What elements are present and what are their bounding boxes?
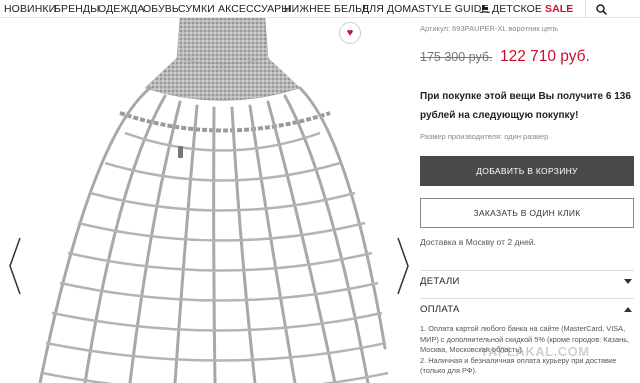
new-price: 122 710 руб. (499, 48, 590, 65)
wishlist-button[interactable]: ♥ (339, 22, 361, 44)
nav-item-kids-label: ДЕТСКОЕ (492, 3, 542, 15)
nav-item-shoes[interactable]: ОБУВЬ (143, 3, 179, 15)
bonus-text: При покупке этой вещи Вы получите 6 136 … (420, 91, 631, 121)
top-navigation: НОВИНКИ БРЕНДЫ ОДЕЖДА ОБУВЬ СУМКИ АКСЕСС… (0, 0, 640, 18)
chevron-left-icon[interactable] (8, 236, 22, 296)
rocking-horse-icon (480, 5, 490, 13)
product-gallery: ♥ (0, 18, 412, 383)
nav-item-kids[interactable]: ДЕТСКОЕ (480, 3, 542, 15)
price-row: 175 300 руб. 122 710 руб. (420, 48, 590, 66)
product-sku: Артикул: 693PAUPER-XL воротник цепь (420, 24, 559, 33)
accordion-details-label: ДЕТАЛИ (420, 276, 460, 287)
caret-down-icon (624, 279, 632, 284)
accordion-payment-label: ОПЛАТА (420, 304, 460, 315)
accordion-details[interactable]: ДЕТАЛИ (420, 270, 634, 292)
product-info: Артикул: 693PAUPER-XL воротник цепь 175 … (420, 18, 640, 383)
nav-item-style-guide[interactable]: STYLE GUIDE (418, 3, 489, 15)
size-note: Размер производителя: один размер (420, 132, 549, 141)
caret-up-icon (624, 307, 632, 312)
search-button[interactable] (585, 0, 617, 18)
nav-item-clothing[interactable]: ОДЕЖДА (98, 3, 144, 15)
add-to-cart-button[interactable]: ДОБАВИТЬ В КОРЗИНУ (420, 156, 634, 186)
accordion-payment[interactable]: ОПЛАТА (420, 298, 634, 320)
nav-item-lingerie[interactable]: НИЖНЕЕ БЕЛЬЕ (284, 3, 369, 15)
watermark: YAPLAKAL.COM (480, 344, 590, 359)
search-icon (596, 3, 607, 15)
nav-item-new[interactable]: НОВИНКИ (4, 3, 56, 15)
product-image[interactable] (0, 18, 412, 383)
one-click-order-button[interactable]: ЗАКАЗАТЬ В ОДИН КЛИК (420, 198, 634, 228)
delivery-info: Доставка в Москву от 2 дней. (420, 237, 536, 247)
nav-item-accessories[interactable]: АКСЕССУАРЫ (218, 3, 291, 15)
chevron-right-icon[interactable] (396, 236, 410, 296)
old-price: 175 300 руб. (420, 50, 493, 64)
nav-item-bags[interactable]: СУМКИ (178, 3, 215, 15)
nav-item-home[interactable]: ДЛЯ ДОМА (362, 3, 418, 15)
nav-item-brands[interactable]: БРЕНДЫ (54, 3, 100, 15)
nav-item-sale[interactable]: SALE (545, 3, 573, 15)
heart-icon: ♥ (346, 27, 354, 39)
